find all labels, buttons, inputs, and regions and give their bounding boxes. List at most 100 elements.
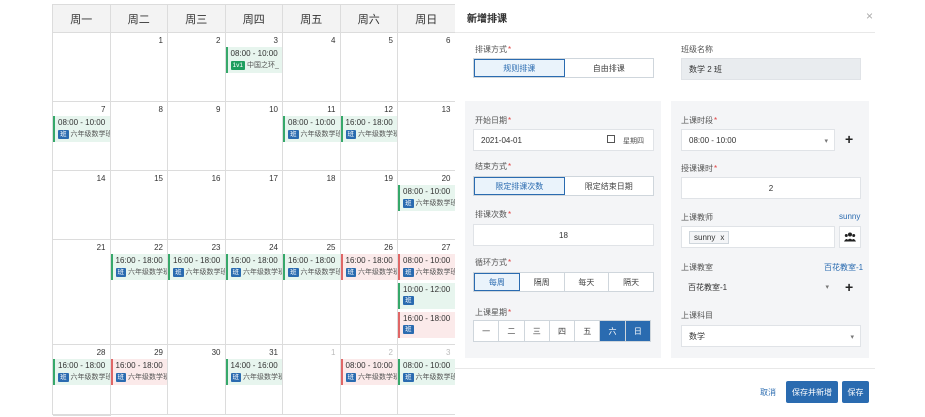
day-number: 30 (211, 348, 221, 357)
calendar-day-cell[interactable]: 20 08:00 - 10:00 班六年级数学班 (398, 171, 456, 240)
calendar-day-cell[interactable]: 1 (110, 33, 168, 102)
event-class-name: 六年级数学班 (300, 269, 340, 276)
schedule-event[interactable]: 16:00 - 18:00 班六年级数学班 (110, 359, 167, 385)
schedule-event[interactable]: 08:00 - 10:00 班六年级数学班 (398, 185, 455, 211)
chevron-down-icon: ▾ (825, 284, 829, 291)
mode-rule-option[interactable]: 规则排课 (474, 59, 565, 77)
room-select[interactable]: 百花教室-1 ▾ (681, 276, 835, 298)
event-time: 16:00 - 18:00 (345, 256, 393, 265)
start-date-input[interactable]: 2021-04-01 星期四 (473, 129, 654, 151)
teacher-link[interactable]: sunny (839, 212, 860, 221)
cycle-daily-option[interactable]: 每天 (565, 273, 610, 291)
event-detail: 班六年级数学班 (403, 372, 455, 383)
schedule-event[interactable]: 16:00 - 18:00 班六年级数学班 (283, 254, 340, 280)
calendar-day-cell[interactable] (53, 33, 111, 102)
calendar-day-cell[interactable]: 31 14:00 - 16:00 班六年级数学班 (225, 345, 283, 415)
schedule-event[interactable]: 10:00 - 12:00 班 (398, 283, 455, 309)
calendar-day-cell[interactable]: 17 (225, 171, 283, 240)
cycle-alternate-day-option[interactable]: 隔天 (609, 273, 653, 291)
calendar-day-cell[interactable]: 24 16:00 - 18:00 班六年级数学班 (225, 240, 283, 345)
add-timeslot-icon[interactable]: + (845, 132, 853, 146)
schedule-event[interactable]: 08:00 - 10:00 班六年级数学班 (398, 359, 455, 385)
schedule-event[interactable]: 16:00 - 18:00 班六年级数学班 (168, 254, 225, 280)
event-time: 16:00 - 18:00 (345, 118, 393, 127)
room-value: 百花教室-1 (688, 282, 728, 292)
calendar-day-cell[interactable]: 1 (283, 345, 341, 415)
event-detail: 班六年级数学班 (345, 129, 397, 140)
cancel-button[interactable]: 取消 (753, 381, 783, 403)
timeslot-select[interactable]: 08:00 - 10:00 ▾ (681, 129, 835, 151)
calendar-day-cell[interactable]: 3 08:00 - 10:00 班六年级数学班 (398, 345, 456, 415)
calendar-day-cell[interactable]: 30 (168, 345, 226, 415)
schedule-event[interactable]: 14:00 - 16:00 班六年级数学班 (225, 359, 282, 385)
calendar-day-cell[interactable]: 27 08:00 - 10:00 班六年级数学班 10:00 - 12:00 班 16:0… (398, 240, 456, 345)
end-by-date-option[interactable]: 限定结束日期 (565, 177, 654, 195)
calendar-day-cell[interactable]: 10 (225, 102, 283, 171)
schedule-event[interactable]: 08:00 - 10:00 班六年级数学班 (53, 116, 110, 142)
cycle-biweekly-option[interactable]: 隔周 (520, 273, 565, 291)
event-class-name: 六年级数学班 (415, 269, 455, 276)
schedule-event[interactable]: 16:00 - 18:00 班六年级数学班 (340, 116, 397, 142)
event-list: 08:00 - 10:00 班六年级数学班 (398, 359, 455, 388)
room-link[interactable]: 百花教室-1 (824, 262, 863, 273)
calendar-day-cell[interactable]: 8 (110, 102, 168, 171)
calendar-day-cell[interactable]: 18 (283, 171, 341, 240)
save-and-new-button[interactable]: 保存并新增 (786, 381, 838, 403)
calendar-day-cell[interactable]: 28 16:00 - 18:00 班六年级数学班 (53, 345, 111, 415)
schedule-event[interactable]: 16:00 - 18:00 班 (398, 312, 455, 338)
close-icon[interactable]: × (866, 9, 873, 23)
weekday-tue[interactable]: 二 (499, 321, 525, 341)
calendar-day-cell[interactable]: 11 08:00 - 10:00 班六年级数学班 (283, 102, 341, 171)
calendar-day-cell[interactable]: 19 (340, 171, 398, 240)
end-by-count-option[interactable]: 限定排课次数 (474, 177, 565, 195)
calendar-day-cell[interactable]: 6 (398, 33, 456, 102)
add-room-icon[interactable]: + (845, 280, 853, 294)
schedule-event[interactable]: 16:00 - 18:00 班六年级数学班 (110, 254, 167, 280)
calendar-day-cell[interactable]: 4 (283, 33, 341, 102)
calendar-day-cell[interactable]: 7 08:00 - 10:00 班六年级数学班 (53, 102, 111, 171)
calendar-day-cell[interactable]: 25 16:00 - 18:00 班六年级数学班 (283, 240, 341, 345)
calendar-day-cell[interactable]: 5 (340, 33, 398, 102)
schedule-event[interactable]: 08:00 - 10:00 班六年级数学班 (283, 116, 340, 142)
calendar-day-cell[interactable]: 4 (53, 415, 111, 416)
weekday-sun[interactable]: 日 (625, 321, 650, 341)
weekday-fri[interactable]: 五 (575, 321, 601, 341)
schedule-event[interactable]: 16:00 - 18:00 班六年级数学班 (225, 254, 282, 280)
weekday-wed[interactable]: 三 (525, 321, 550, 341)
calendar-day-cell[interactable]: 14 (53, 171, 111, 240)
calendar-day-cell[interactable]: 21 (53, 240, 111, 345)
calendar-day-cell[interactable]: 3 08:00 - 10:00 1v1 中国之环_ (225, 33, 283, 102)
schedule-event[interactable]: 08:00 - 10:00 班六年级数学班 (340, 359, 397, 385)
hours-input[interactable]: 2 (681, 177, 861, 199)
calendar-day-cell[interactable]: 23 16:00 - 18:00 班六年级数学班 (168, 240, 226, 345)
calendar-day-cell[interactable]: 16 (168, 171, 226, 240)
users-icon[interactable] (839, 226, 861, 248)
calendar-icon[interactable] (607, 135, 615, 143)
calendar-day-cell[interactable]: 26 16:00 - 18:00 班六年级数学班 (340, 240, 398, 345)
calendar-day-cell[interactable]: 15 (110, 171, 168, 240)
remove-tag-icon[interactable]: x (720, 233, 724, 242)
event-time: 08:00 - 10:00 (403, 187, 451, 196)
event-time: 08:00 - 10:00 (58, 118, 106, 127)
weekday-header-cell: 周三 (168, 5, 226, 33)
save-button[interactable]: 保存 (842, 381, 869, 403)
calendar-day-cell[interactable]: 2 08:00 - 10:00 班六年级数学班 (340, 345, 398, 415)
calendar-day-cell[interactable]: 2 (168, 33, 226, 102)
calendar-day-cell[interactable]: 22 16:00 - 18:00 班六年级数学班 (110, 240, 168, 345)
calendar-day-cell[interactable]: 29 16:00 - 18:00 班六年级数学班 (110, 345, 168, 415)
mode-free-option[interactable]: 自由排课 (565, 59, 654, 77)
weekday-sat[interactable]: 六 (600, 321, 626, 341)
count-input[interactable]: 18 (473, 224, 654, 246)
subject-select[interactable]: 数学 ▾ (681, 325, 861, 347)
weekday-thu[interactable]: 四 (550, 321, 576, 341)
schedule-event[interactable]: 08:00 - 10:00 1v1 中国之环_ (225, 47, 282, 73)
calendar-day-cell[interactable]: 9 (168, 102, 226, 171)
calendar-day-cell[interactable]: 12 16:00 - 18:00 班六年级数学班 (340, 102, 398, 171)
weekday-mon[interactable]: 一 (474, 321, 500, 341)
teacher-select[interactable]: sunny x (681, 226, 835, 248)
schedule-event[interactable]: 08:00 - 10:00 班六年级数学班 (398, 254, 455, 280)
cycle-weekly-option[interactable]: 每周 (474, 273, 520, 291)
calendar-day-cell[interactable]: 13 (398, 102, 456, 171)
schedule-event[interactable]: 16:00 - 18:00 班六年级数学班 (340, 254, 397, 280)
schedule-event[interactable]: 16:00 - 18:00 班六年级数学班 (53, 359, 110, 385)
